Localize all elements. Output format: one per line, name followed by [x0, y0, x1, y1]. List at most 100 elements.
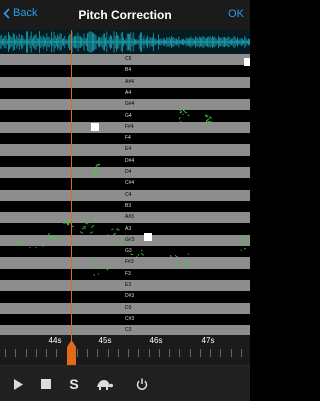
pitch-trace-segment: [185, 112, 188, 113]
pitch-trace-segment: [113, 233, 116, 235]
timeline-tick: [5, 349, 6, 357]
pitch-trace-segment: [67, 224, 68, 225]
pitch-trace-segment: [175, 255, 178, 257]
pitch-trace-segment: [84, 219, 86, 221]
pitch-trace-segment: [208, 121, 209, 122]
pitch-trace-segment: [244, 248, 246, 249]
pitch-trace: [0, 54, 250, 335]
power-icon: [136, 378, 148, 390]
timeline-tick: [169, 349, 170, 357]
play-button[interactable]: [8, 374, 28, 394]
pitch-trace-segment: [125, 237, 126, 238]
pitch-trace-segment: [190, 263, 191, 264]
pitch-trace-segment: [180, 112, 182, 113]
pitch-trace-segment: [188, 115, 190, 116]
waveform: [0, 30, 250, 54]
page-title: Pitch Correction: [0, 8, 250, 22]
timeline-tick: [56, 349, 57, 357]
timeline-tick: [46, 349, 47, 357]
snap-button[interactable]: S: [64, 374, 84, 394]
timeline-tick: [220, 349, 221, 357]
playhead-line: [71, 30, 72, 365]
pitch-trace-segment: [130, 254, 133, 255]
pitch-trace-segment: [94, 218, 96, 220]
pitch-grid[interactable]: C5B4A#4A4G#4G4F#4F4E4D#4D4C#4C4B3A#3A3G#…: [0, 54, 250, 335]
time-label: 47s: [202, 336, 215, 345]
pitch-trace-segment: [149, 244, 151, 245]
pitch-trace-segment: [121, 242, 122, 243]
pitch-trace-segment: [50, 236, 52, 238]
pitch-trace-segment: [82, 227, 84, 229]
pitch-trace-segment: [138, 254, 139, 256]
pitch-point-marker[interactable]: [244, 58, 250, 66]
pitch-trace-segment: [176, 265, 179, 267]
pitch-trace-segment: [96, 164, 98, 165]
turtle-speed-button[interactable]: [94, 374, 114, 394]
pitch-trace-segment: [33, 240, 35, 241]
nav-bar: Back Pitch Correction OK: [0, 0, 250, 31]
pitch-trace-segment: [141, 253, 143, 255]
pitch-trace-segment: [64, 223, 66, 224]
pitch-trace-segment: [113, 243, 115, 245]
timeline-tick: [36, 349, 37, 357]
reset-button[interactable]: [132, 374, 152, 394]
timeline-tick: [200, 349, 201, 357]
waveform-overview[interactable]: [0, 30, 250, 54]
pitch-trace-segment: [130, 238, 131, 239]
pitch-point-marker[interactable]: [91, 123, 99, 131]
time-label: 44s: [49, 336, 62, 345]
pitch-trace-segment: [119, 240, 120, 242]
timeline-tick: [15, 349, 16, 357]
pitch-trace-segment: [121, 237, 123, 238]
play-icon: [13, 379, 23, 390]
pitch-trace-segment: [55, 239, 57, 240]
pitch-trace-segment: [69, 221, 70, 223]
timeline-tick: [128, 349, 129, 357]
pitch-trace-segment: [176, 264, 178, 265]
timeline-tick: [159, 349, 160, 357]
pitch-trace-segment: [47, 237, 48, 239]
pitch-point-marker[interactable]: [144, 233, 152, 241]
transport-toolbar: S: [0, 365, 250, 401]
pitch-trace-segment: [20, 242, 21, 243]
pitch-trace-segment: [188, 254, 189, 255]
pitch-trace-segment: [179, 117, 180, 119]
pitch-trace-segment: [179, 121, 181, 122]
time-label: 45s: [99, 336, 112, 345]
stop-button[interactable]: [36, 374, 56, 394]
ok-button[interactable]: OK: [228, 8, 244, 20]
timeline-tick: [87, 349, 88, 357]
timeline-tick: [179, 349, 180, 357]
pitch-trace-segment: [93, 174, 95, 175]
pitch-trace-segment: [99, 267, 100, 268]
pitch-trace-segment: [247, 238, 248, 240]
pitch-trace-segment: [98, 172, 101, 173]
pitch-trace-segment: [91, 260, 93, 262]
pitch-trace-segment: [48, 233, 49, 235]
pitch-trace-segment: [52, 241, 54, 242]
stop-icon: [41, 379, 51, 389]
timeline-tick: [138, 349, 139, 357]
pitch-trace-segment: [94, 259, 96, 260]
pitch-trace-segment: [94, 275, 96, 276]
pitch-trace-segment: [136, 257, 138, 258]
pitch-trace-segment: [98, 274, 99, 275]
pitch-trace-segment: [118, 230, 120, 231]
turtle-icon: [95, 379, 113, 390]
pitch-trace-segment: [180, 110, 182, 111]
pitch-trace-segment: [248, 241, 250, 242]
pitch-trace-segment: [106, 268, 108, 270]
timeline-tick: [118, 349, 119, 357]
pitch-trace-segment: [80, 232, 83, 234]
timeline-tick: [26, 349, 27, 357]
pitch-trace-segment: [85, 228, 86, 229]
pitch-trace-segment: [170, 255, 172, 257]
pitch-trace-segment: [182, 114, 183, 115]
pitch-trace-segment: [107, 234, 108, 236]
timeline-tick: [241, 349, 242, 357]
pitch-trace-segment: [241, 236, 242, 237]
pitch-trace-segment: [90, 232, 93, 234]
timeline-ruler[interactable]: 44s 45s 46s 47s: [0, 335, 250, 365]
pitch-trace-segment: [91, 225, 94, 227]
pitch-trace-segment: [103, 261, 105, 263]
